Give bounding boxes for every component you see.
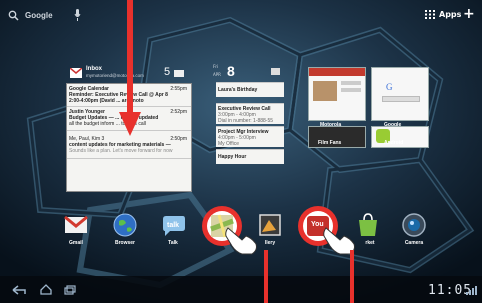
apps-grid-icon <box>425 10 435 19</box>
back-icon[interactable] <box>12 285 26 295</box>
talk-icon[interactable]: talk <box>160 212 186 238</box>
calendar-event[interactable]: Project Mgr Interview 4:00pm - 5:00pm My… <box>216 126 284 147</box>
event-detail: Dial in number: 1-888-55 <box>218 118 274 124</box>
talk-badge-text: talk <box>167 222 179 229</box>
calendar-month: APR <box>213 72 221 77</box>
new-event-icon[interactable] <box>271 68 280 75</box>
event-title: Happy Hour <box>218 154 247 160</box>
tap-indicator-line <box>264 250 268 303</box>
inbox-count: 5 <box>164 66 171 78</box>
inbox-title: Inbox <box>86 66 102 72</box>
gmail-icon[interactable] <box>63 212 89 238</box>
search-icon <box>8 10 19 21</box>
email-preview: Sounds like a plan. Let's move forward f… <box>69 148 173 154</box>
calendar-event[interactable]: Laura's Birthday <box>216 82 284 97</box>
browser-icon[interactable] <box>112 212 138 238</box>
microphone-icon[interactable] <box>74 9 81 21</box>
event-title: Project Mgr Interview <box>218 129 269 135</box>
event-title: Executive Review Call <box>218 106 271 112</box>
dock-label-browser: Browser <box>114 240 135 246</box>
dock-label-talk: Talk <box>168 240 178 246</box>
google-search-widget[interactable]: Google <box>8 7 86 25</box>
event-detail: My Office <box>218 141 240 147</box>
camera-icon[interactable] <box>401 212 427 238</box>
bookmark-label: Film Fans <box>318 140 342 146</box>
dock-label-camera: Camera <box>404 240 424 246</box>
event-title: Laura's Birthday <box>218 87 258 93</box>
recent-apps-icon[interactable] <box>64 285 76 295</box>
add-icon[interactable]: + <box>463 7 475 21</box>
calendar-event[interactable]: Happy Hour <box>216 149 284 164</box>
calendar-event[interactable]: Executive Review Call 3:00pm - 4:00pm Di… <box>216 103 284 124</box>
dock-label-gallery: llery <box>264 240 276 246</box>
email-time: 2:52pm <box>170 109 187 115</box>
divider <box>67 158 191 159</box>
dock-label-market: rket <box>365 240 375 246</box>
calendar-widget[interactable]: Laura's Birthday Executive Review Call 3… <box>216 79 284 191</box>
dock-label-gmail: Gmail <box>69 240 83 246</box>
gallery-icon[interactable] <box>257 212 283 238</box>
calendar-weekday: Fri <box>213 65 219 70</box>
email-time: 2:55pm <box>170 86 187 92</box>
apps-label: Apps <box>439 10 462 19</box>
bookmark-thumbnail-google[interactable]: G <box>371 67 429 121</box>
scroll-gesture-arrow <box>119 0 141 136</box>
compose-icon[interactable] <box>174 70 184 77</box>
signal-icon <box>466 286 477 295</box>
google-search-label: Google <box>25 11 53 20</box>
home-icon[interactable] <box>40 284 52 295</box>
email-time: 2:50pm <box>170 136 187 142</box>
market-icon[interactable] <box>355 212 381 238</box>
calendar-day: 8 <box>227 63 235 79</box>
bookmark-label: Android <box>384 140 404 146</box>
gmail-envelope-icon <box>70 68 82 78</box>
tap-indicator-line <box>350 250 354 303</box>
bookmark-thumbnail-motorola[interactable] <box>308 67 366 121</box>
